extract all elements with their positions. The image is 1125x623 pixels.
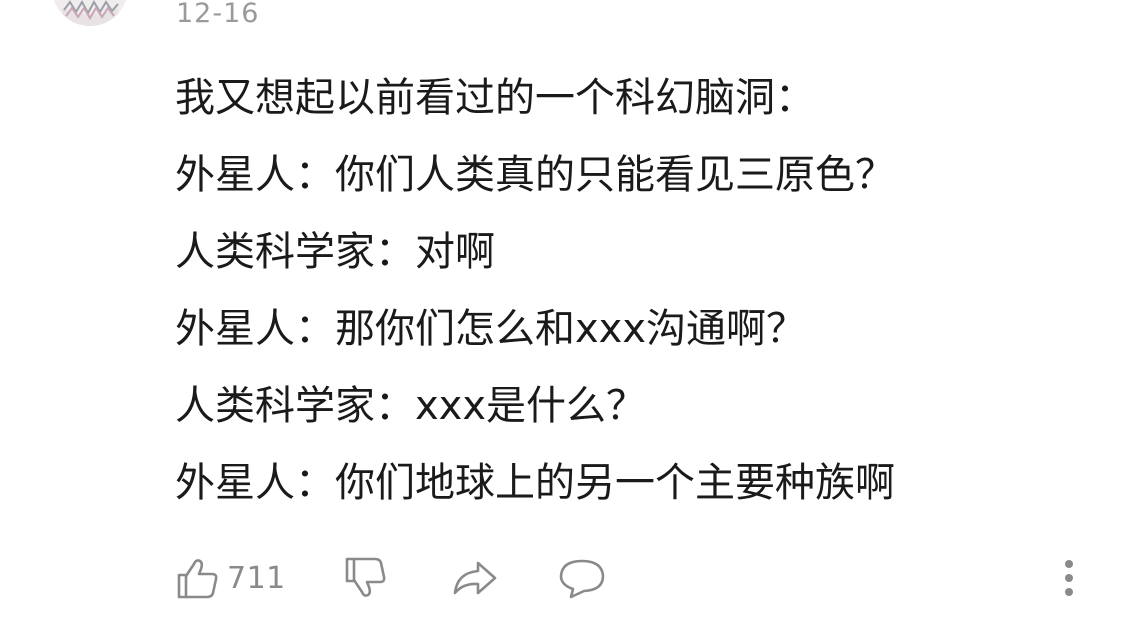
comment-body: 我又想起以前看过的一个科幻脑洞： 外星人：你们人类真的只能看见三原色？ 人类科学… bbox=[175, 60, 1075, 522]
comment-line: 外星人：你们人类真的只能看见三原色？ bbox=[175, 152, 895, 198]
comment-date: 12-16 bbox=[176, 0, 260, 29]
comment-line: 外星人：那你们怎么和xxx沟通啊？ bbox=[175, 306, 807, 352]
reply-button[interactable] bbox=[557, 553, 607, 603]
like-count: 711 bbox=[227, 560, 286, 596]
comment-actions: 711 bbox=[175, 553, 1085, 603]
dislike-button[interactable] bbox=[343, 553, 389, 603]
comment-card: 12-16 我又想起以前看过的一个科幻脑洞： 外星人：你们人类真的只能看见三原色… bbox=[0, 0, 1125, 623]
share-button[interactable] bbox=[451, 553, 499, 603]
comment-line: 人类科学家：对啊 bbox=[175, 229, 495, 275]
avatar-image bbox=[53, 0, 127, 26]
like-button[interactable]: 711 bbox=[175, 553, 286, 603]
thumbs-down-icon bbox=[345, 557, 386, 597]
share-icon bbox=[453, 561, 497, 595]
comment-icon bbox=[559, 559, 605, 599]
thumbs-up-icon bbox=[177, 559, 218, 599]
comment-line: 我又想起以前看过的一个科幻脑洞： bbox=[175, 75, 815, 121]
more-button[interactable] bbox=[1059, 553, 1079, 603]
avatar[interactable] bbox=[52, 0, 128, 26]
comment-line: 人类科学家：xxx是什么？ bbox=[175, 383, 647, 429]
comment-line: 外星人：你们地球上的另一个主要种族啊 bbox=[175, 460, 895, 506]
more-vertical-icon bbox=[1065, 560, 1073, 596]
